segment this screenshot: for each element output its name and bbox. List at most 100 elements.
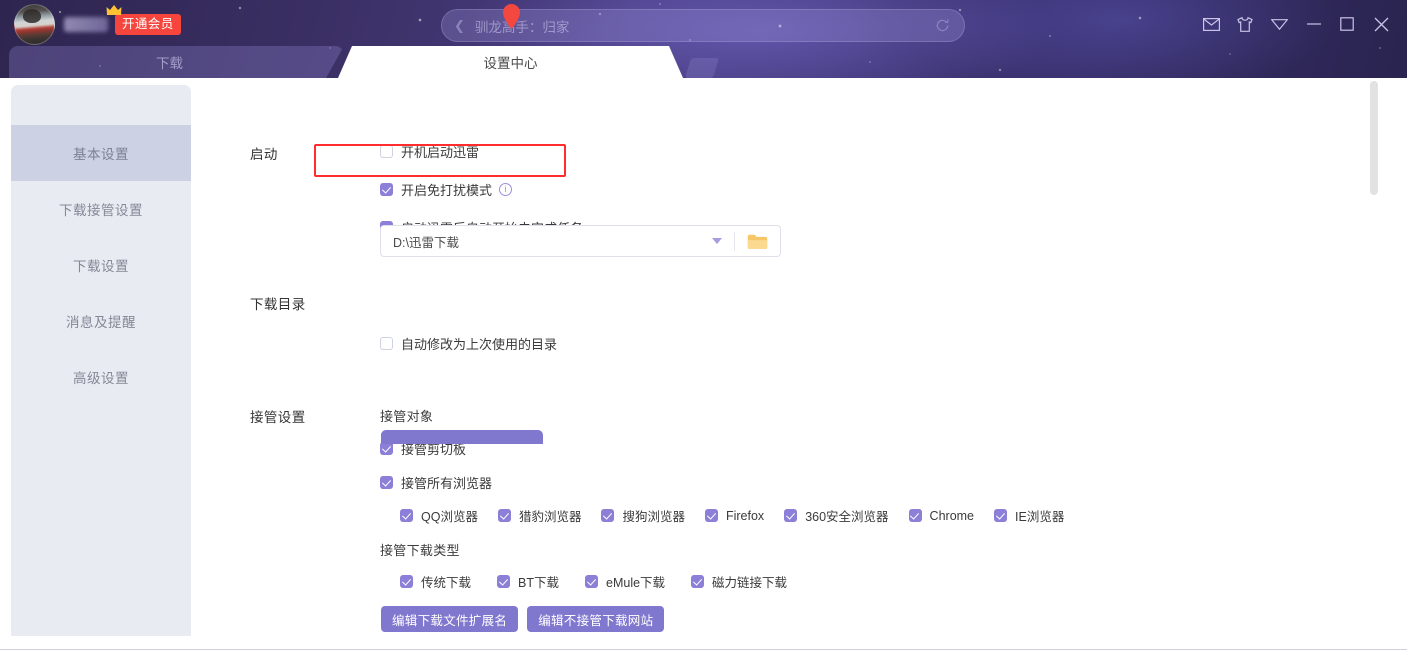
checkbox-takeover-all-browsers[interactable]: 接管所有浏览器 bbox=[380, 473, 492, 492]
crown-icon bbox=[106, 4, 122, 15]
checkbox-label: IE浏览器 bbox=[1015, 510, 1065, 524]
checkbox-box[interactable] bbox=[380, 183, 393, 196]
settings-body: 基本设置 下载接管设置 下载设置 消息及提醒 高级设置 启动 开机启动迅雷 开启… bbox=[0, 78, 1407, 650]
checkbox-label: Firefox bbox=[725, 508, 765, 523]
checkbox-browser-qq[interactable]: QQ浏览器 bbox=[400, 506, 478, 525]
checkbox-box[interactable] bbox=[380, 145, 393, 158]
download-type-checkbox-row: 传统下载 BT下载 eMule下载 磁力链接下载 bbox=[400, 572, 787, 591]
checkbox-label: QQ浏览器 bbox=[421, 510, 478, 524]
sidebar-item-download[interactable]: 下载设置 bbox=[11, 237, 191, 293]
tab-strip: 下载 设置中心 bbox=[0, 46, 1407, 78]
sidebar-item-download-takeover[interactable]: 下载接管设置 bbox=[11, 181, 191, 237]
edit-excluded-sites-button[interactable]: 编辑不接管下载网站 bbox=[527, 606, 665, 632]
browser-checkbox-row: QQ浏览器 猎豹浏览器 搜狗浏览器 Firefox 360安全浏览器 Chrom… bbox=[400, 506, 1064, 525]
checkbox-browser-sogou[interactable]: 搜狗浏览器 bbox=[601, 506, 685, 525]
refresh-icon[interactable] bbox=[935, 18, 950, 33]
mail-icon[interactable] bbox=[1197, 11, 1225, 37]
checkbox-box[interactable] bbox=[380, 476, 393, 489]
checkbox-label: 接管所有浏览器 bbox=[401, 476, 493, 491]
folder-icon[interactable] bbox=[747, 233, 768, 250]
checkbox-autostart[interactable]: 开机启动迅雷 bbox=[380, 142, 479, 161]
checkbox-box[interactable] bbox=[585, 575, 598, 588]
sidebar-item-messages[interactable]: 消息及提醒 bbox=[11, 293, 191, 349]
username-blurred bbox=[64, 17, 108, 32]
checkbox-box[interactable] bbox=[691, 575, 705, 588]
partially-visible-button[interactable] bbox=[381, 430, 543, 444]
tab-download-label: 下载 bbox=[156, 56, 183, 71]
chevron-left-icon[interactable]: ❮ bbox=[454, 18, 465, 34]
skin-icon[interactable] bbox=[1231, 11, 1259, 37]
search-area[interactable]: ❮ 驯龙高手：归家 bbox=[441, 4, 965, 42]
checkbox-type-magnet[interactable]: 磁力链接下载 bbox=[691, 572, 787, 591]
sidebar-item-label: 基本设置 bbox=[73, 147, 129, 162]
edit-file-extensions-button[interactable]: 编辑下载文件扩展名 bbox=[381, 606, 519, 632]
checkbox-browser-360[interactable]: 360安全浏览器 bbox=[784, 506, 889, 525]
minimize-icon[interactable] bbox=[1299, 11, 1327, 37]
checkbox-box[interactable] bbox=[601, 509, 615, 522]
settings-sidebar: 基本设置 下载接管设置 下载设置 消息及提醒 高级设置 bbox=[11, 85, 191, 636]
checkbox-browser-liebao[interactable]: 猎豹浏览器 bbox=[497, 506, 581, 525]
checkbox-box[interactable] bbox=[400, 575, 413, 588]
maximize-icon[interactable] bbox=[1333, 11, 1361, 37]
vip-upgrade-label: 开通会员 bbox=[122, 16, 174, 31]
checkbox-browser-ie[interactable]: IE浏览器 bbox=[994, 506, 1064, 525]
checkbox-auto-use-last-dir[interactable]: 自动修改为上次使用的目录 bbox=[380, 334, 557, 353]
sidebar-item-basic[interactable]: 基本设置 bbox=[11, 125, 191, 181]
subsection-label-download-types: 接管下载类型 bbox=[380, 543, 460, 558]
settings-content: 启动 开机启动迅雷 开启免打扰模式 i 启动迅雷后自动开始未完成任务 下载目录 … bbox=[191, 78, 1382, 650]
close-icon[interactable] bbox=[1367, 11, 1395, 37]
divider bbox=[734, 231, 735, 251]
checkbox-browser-firefox[interactable]: Firefox bbox=[704, 508, 765, 523]
subsection-label-takeover-targets: 接管对象 bbox=[380, 409, 434, 424]
checkbox-do-not-disturb[interactable]: 开启免打扰模式 i bbox=[380, 180, 513, 199]
content-scrollbar[interactable] bbox=[1370, 81, 1378, 647]
checkbox-box[interactable] bbox=[380, 337, 393, 350]
avatar[interactable] bbox=[14, 4, 55, 45]
edit-file-extensions-label: 编辑下载文件扩展名 bbox=[392, 613, 508, 628]
sidebar-item-label: 消息及提醒 bbox=[66, 315, 136, 330]
checkbox-label: Chrome bbox=[929, 508, 975, 523]
section-label-startup: 启动 bbox=[250, 147, 278, 162]
vip-upgrade-button[interactable]: 开通会员 bbox=[106, 4, 181, 36]
checkbox-label: 自动修改为上次使用的目录 bbox=[401, 337, 558, 352]
sidebar-item-label: 下载设置 bbox=[73, 259, 129, 274]
download-path-row: D:\迅雷下载 bbox=[380, 225, 781, 257]
scrollbar-thumb[interactable] bbox=[1370, 81, 1378, 195]
checkbox-label: 开启免打扰模式 bbox=[401, 183, 493, 198]
tab-settings-center-label: 设置中心 bbox=[483, 56, 538, 71]
map-pin-marker bbox=[503, 4, 520, 29]
sidebar-item-label: 高级设置 bbox=[73, 371, 129, 386]
checkbox-label: 搜狗浏览器 bbox=[622, 510, 685, 524]
checkbox-box[interactable] bbox=[784, 509, 798, 522]
checkbox-box[interactable] bbox=[497, 575, 511, 588]
window-controls bbox=[1197, 11, 1395, 37]
sidebar-item-label: 下载接管设置 bbox=[59, 203, 143, 218]
checkbox-type-traditional[interactable]: 传统下载 bbox=[400, 572, 471, 591]
checkbox-browser-chrome[interactable]: Chrome bbox=[908, 508, 975, 523]
checkbox-type-emule[interactable]: eMule下载 bbox=[585, 572, 665, 591]
chevron-down-icon[interactable] bbox=[1265, 11, 1293, 37]
checkbox-label: 开机启动迅雷 bbox=[401, 145, 480, 160]
checkbox-label: eMule下载 bbox=[606, 576, 666, 590]
search-input[interactable]: 驯龙高手：归家 bbox=[475, 16, 935, 36]
tab-settings-center[interactable]: 设置中心 bbox=[338, 46, 683, 78]
checkbox-box[interactable] bbox=[400, 509, 413, 522]
chevron-down-icon[interactable] bbox=[712, 238, 722, 244]
download-path-input[interactable]: D:\迅雷下载 bbox=[393, 232, 712, 251]
checkbox-box[interactable] bbox=[908, 509, 922, 522]
checkbox-label: 传统下载 bbox=[421, 576, 472, 590]
section-label-download-dir: 下载目录 bbox=[250, 297, 306, 312]
checkbox-box[interactable] bbox=[497, 509, 511, 522]
xunlei-settings-window: 开通会员 ❮ 驯龙高手：归家 下载 设置中心 基本设置 下载接管设置 下载设置 … bbox=[0, 0, 1407, 650]
user-area[interactable]: 开通会员 bbox=[14, 4, 181, 45]
tab-decoration bbox=[684, 58, 720, 78]
download-path-field[interactable]: D:\迅雷下载 bbox=[380, 225, 781, 257]
takeover-button-row: 编辑下载文件扩展名 编辑不接管下载网站 bbox=[381, 606, 665, 632]
checkbox-box[interactable] bbox=[994, 509, 1008, 522]
tab-download[interactable]: 下载 bbox=[9, 46, 344, 78]
checkbox-box[interactable] bbox=[704, 509, 718, 522]
sidebar-item-advanced[interactable]: 高级设置 bbox=[11, 349, 191, 405]
checkbox-type-bt[interactable]: BT下载 bbox=[497, 572, 559, 591]
info-icon[interactable]: i bbox=[499, 183, 513, 196]
checkbox-label: 磁力链接下载 bbox=[712, 576, 788, 590]
